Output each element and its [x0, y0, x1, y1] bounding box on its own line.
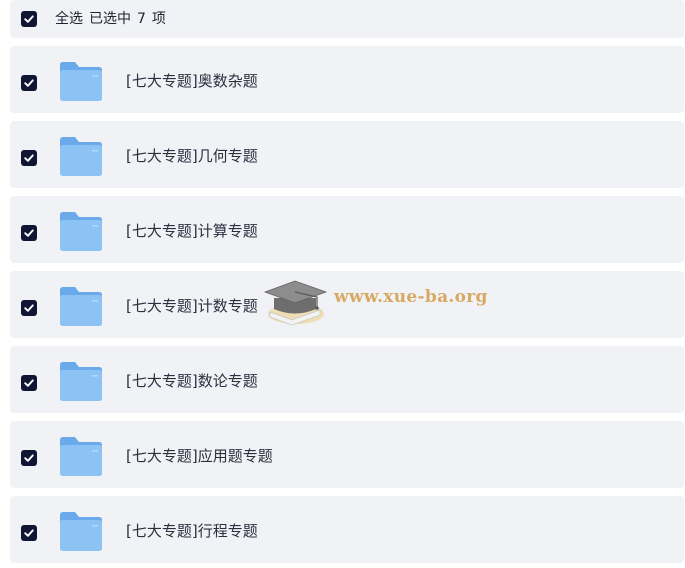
- folder-icon: [60, 512, 102, 551]
- file-list-panel: 全选 已选中 7 项 [七大专题]奥数杂题 [七大专题]几何专题 [七大专题]计…: [0, 0, 685, 568]
- selected-suffix: 项: [151, 11, 166, 27]
- folder-name[interactable]: [七大专题]数论专题: [126, 346, 258, 413]
- select-all-bar: 全选 已选中 7 项: [10, 0, 684, 38]
- list-item[interactable]: [七大专题]奥数杂题: [10, 46, 684, 113]
- list-item[interactable]: [七大专题]几何专题: [10, 121, 684, 188]
- folder-icon: [60, 362, 102, 401]
- item-checkbox[interactable]: [21, 75, 37, 91]
- folder-icon: [60, 437, 102, 476]
- folder-icon: [60, 137, 102, 176]
- item-checkbox[interactable]: [21, 525, 37, 541]
- list-item[interactable]: [七大专题]应用题专题: [10, 421, 684, 488]
- folder-icon: [60, 287, 102, 326]
- folder-name[interactable]: [七大专题]应用题专题: [126, 421, 273, 488]
- checkmark-icon: [24, 15, 34, 23]
- folder-name[interactable]: [七大专题]行程专题: [126, 496, 258, 563]
- checkmark-icon: [24, 529, 34, 537]
- item-checkbox[interactable]: [21, 375, 37, 391]
- folder-name[interactable]: [七大专题]计算专题: [126, 196, 258, 263]
- list-item[interactable]: [七大专题]计算专题: [10, 196, 684, 263]
- list-item[interactable]: [七大专题]行程专题: [10, 496, 684, 563]
- checkmark-icon: [24, 79, 34, 87]
- item-checkbox[interactable]: [21, 300, 37, 316]
- item-checkbox[interactable]: [21, 150, 37, 166]
- folder-name[interactable]: [七大专题]计数专题: [126, 271, 258, 338]
- item-checkbox[interactable]: [21, 225, 37, 241]
- folder-name[interactable]: [七大专题]几何专题: [126, 121, 258, 188]
- select-all-label[interactable]: 全选: [55, 11, 83, 27]
- folder-icon: [60, 62, 102, 101]
- folder-name[interactable]: [七大专题]奥数杂题: [126, 46, 258, 113]
- selection-summary: 全选 已选中 7 项: [55, 0, 172, 38]
- checkmark-icon: [24, 304, 34, 312]
- list-item[interactable]: [七大专题]数论专题: [10, 346, 684, 413]
- checkmark-icon: [24, 454, 34, 462]
- select-all-checkbox[interactable]: [21, 11, 37, 27]
- folder-icon: [60, 212, 102, 251]
- list-item[interactable]: [七大专题]计数专题: [10, 271, 684, 338]
- selected-prefix: 已选中: [89, 11, 131, 27]
- selected-count: 7: [137, 11, 146, 27]
- item-checkbox[interactable]: [21, 450, 37, 466]
- checkmark-icon: [24, 379, 34, 387]
- checkmark-icon: [24, 229, 34, 237]
- checkmark-icon: [24, 154, 34, 162]
